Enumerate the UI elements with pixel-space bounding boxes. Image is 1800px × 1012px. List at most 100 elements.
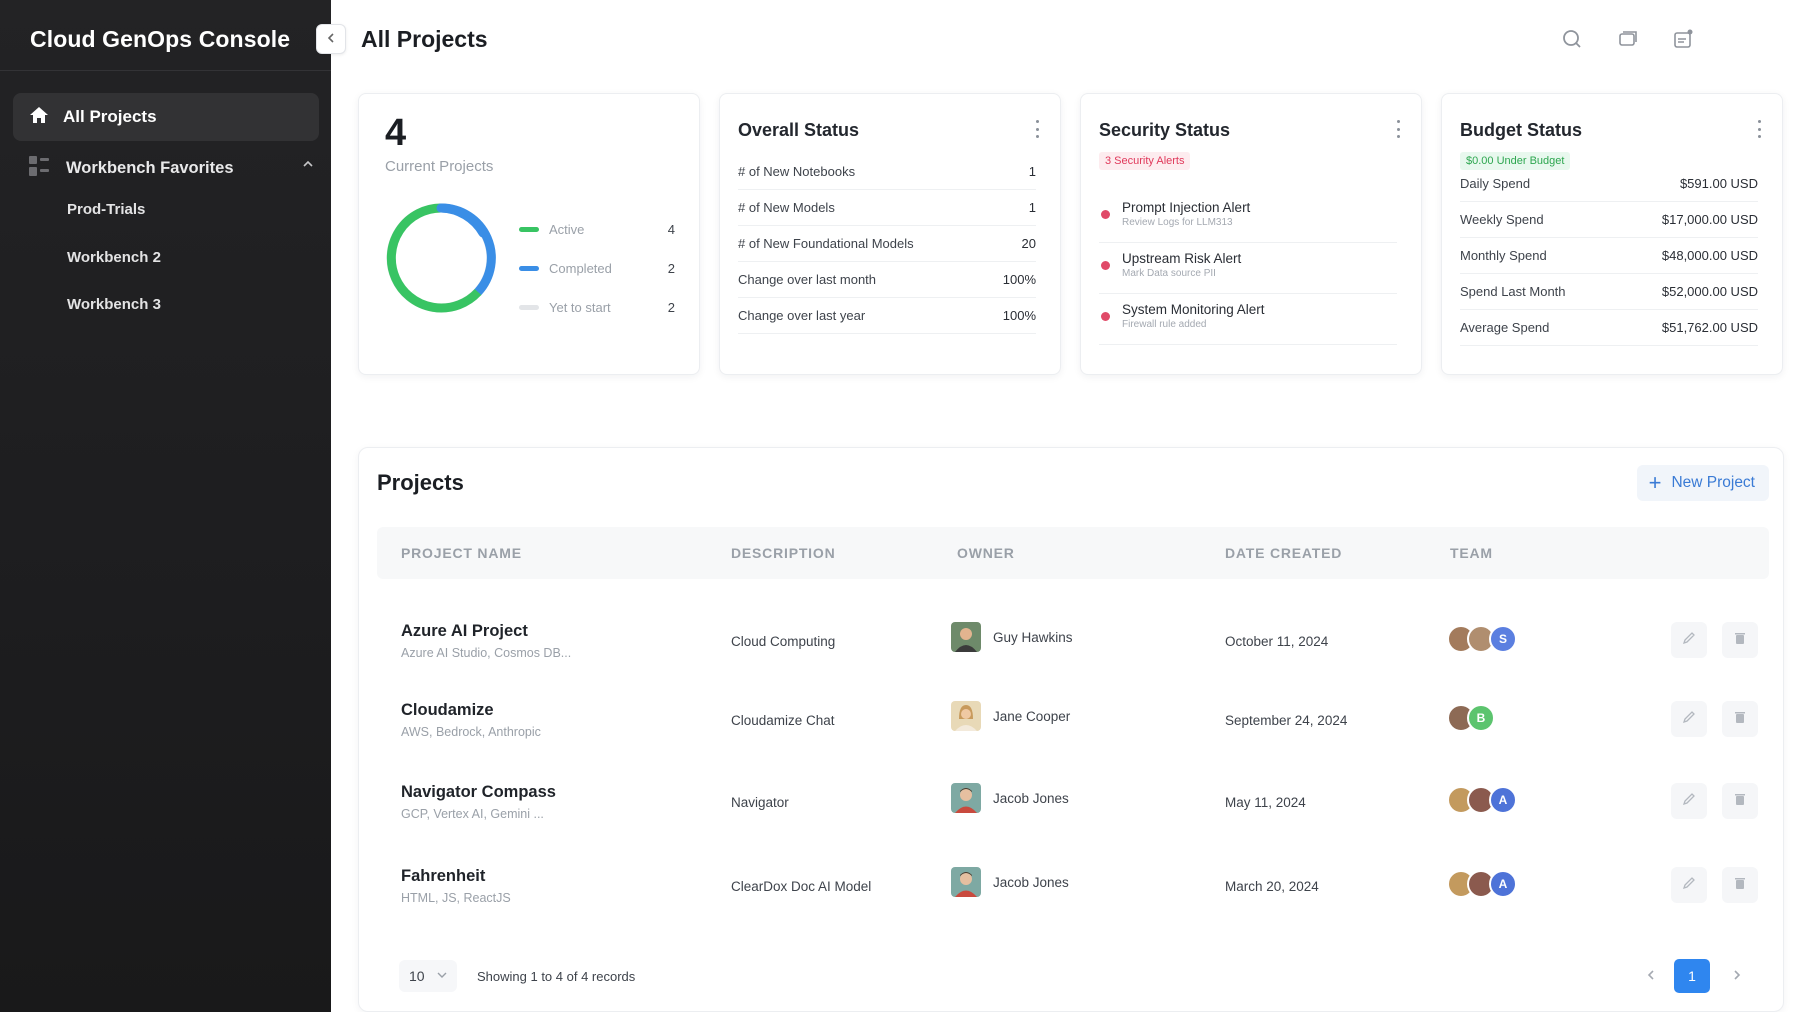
table-row[interactable]: Navigator Compass GCP, Vertex AI, Gemini… [377, 771, 1769, 851]
alert-item[interactable]: Prompt Injection Alert Review Logs for L… [1099, 192, 1397, 243]
project-name[interactable]: Cloudamize [401, 701, 494, 720]
edit-button[interactable] [1671, 701, 1707, 737]
sidebar-item-label: All Projects [63, 107, 157, 126]
project-owner: Guy Hawkins [951, 622, 1073, 652]
status-value: 20 [1021, 236, 1036, 251]
status-label: # of New Foundational Models [738, 236, 914, 251]
table-header: PROJECT NAME DESCRIPTION OWNER DATE CREA… [377, 527, 1769, 579]
projects-title: Projects [377, 470, 464, 495]
security-alerts-list: Prompt Injection Alert Review Logs for L… [1099, 192, 1397, 345]
project-count: 4 [385, 112, 407, 154]
more-options-icon[interactable] [1393, 120, 1403, 138]
column-header-description[interactable]: DESCRIPTION [731, 545, 835, 561]
delete-button[interactable] [1722, 867, 1758, 903]
project-stack: GCP, Vertex AI, Gemini ... [401, 807, 544, 821]
edit-icon [1682, 710, 1696, 729]
status-row: Change over last year 100% [738, 298, 1036, 334]
edit-button[interactable] [1671, 783, 1707, 819]
budget-label: Daily Spend [1460, 176, 1531, 191]
plus-icon: + [1648, 470, 1662, 495]
more-options-icon[interactable] [1754, 120, 1764, 138]
page-button-current[interactable]: 1 [1674, 959, 1710, 993]
edit-icon [1682, 792, 1696, 811]
project-name[interactable]: Navigator Compass [401, 783, 556, 802]
budget-row: Average Spend $51,762.00 USD [1460, 310, 1758, 346]
budget-label: Average Spend [1460, 320, 1550, 335]
budget-value: $48,000.00 USD [1661, 248, 1758, 263]
chevron-right-icon[interactable] [1732, 968, 1742, 984]
legend-count: 4 [667, 222, 675, 237]
sidebar-item-prod-trials[interactable]: Prod-Trials [67, 201, 145, 218]
sidebar-item-all-projects[interactable]: All Projects [13, 93, 319, 141]
alert-dot-icon [1101, 312, 1110, 321]
budget-label: Weekly Spend [1460, 212, 1544, 227]
legend-label: Yet to start [549, 300, 611, 315]
sidebar-item-workbench-2[interactable]: Workbench 2 [67, 249, 161, 266]
project-name[interactable]: Fahrenheit [401, 867, 485, 886]
budget-status-card: Budget Status $0.00 Under Budget Daily S… [1441, 93, 1783, 375]
alert-dot-icon [1101, 261, 1110, 270]
owner-name: Jacob Jones [993, 874, 1069, 890]
edit-button[interactable] [1671, 622, 1707, 658]
trash-icon [1733, 876, 1747, 895]
budget-row: Monthly Spend $48,000.00 USD [1460, 238, 1758, 274]
column-header-project-name[interactable]: PROJECT NAME [401, 545, 522, 561]
table-row[interactable]: Cloudamize AWS, Bedrock, Anthropic Cloud… [377, 689, 1769, 769]
page-title: All Projects [361, 26, 488, 52]
budget-value: $591.00 USD [1679, 176, 1758, 191]
table-row[interactable]: Azure AI Project Azure AI Studio, Cosmos… [377, 610, 1769, 690]
budget-value: $51,762.00 USD [1661, 320, 1758, 335]
budget-label: Spend Last Month [1460, 284, 1566, 299]
alert-item[interactable]: Upstream Risk Alert Mark Data source PII [1099, 243, 1397, 294]
project-name[interactable]: Azure AI Project [401, 622, 528, 641]
delete-button[interactable] [1722, 701, 1758, 737]
trash-icon [1733, 792, 1747, 811]
app-title: Cloud GenOps Console [30, 26, 291, 52]
search-icon[interactable] [1561, 28, 1583, 50]
sidebar-group-label: Workbench Favorites [66, 158, 234, 177]
edit-button[interactable] [1671, 867, 1707, 903]
status-label: Change over last year [738, 308, 866, 323]
alert-item[interactable]: System Monitoring Alert Firewall rule ad… [1099, 294, 1397, 345]
table-row[interactable]: Fahrenheit HTML, JS, ReactJS ClearDox Do… [377, 855, 1769, 935]
status-label: Change over last month [738, 272, 877, 287]
project-count-label: Current Projects [385, 158, 494, 175]
status-label: # of New Notebooks [738, 164, 856, 179]
new-project-button[interactable]: + New Project [1636, 465, 1769, 501]
column-header-owner[interactable]: OWNER [957, 545, 1015, 561]
avatar: S [1489, 625, 1517, 653]
column-header-date-created[interactable]: DATE CREATED [1225, 545, 1342, 561]
project-status-donut [383, 200, 499, 321]
page-size-select[interactable]: 10 [399, 960, 457, 992]
date-created: October 11, 2024 [1225, 634, 1329, 649]
avatar: A [1489, 870, 1517, 898]
status-label: # of New Models [738, 200, 835, 215]
security-status-card: Security Status 3 Security Alerts Prompt… [1080, 93, 1422, 375]
chat-icon[interactable] [1617, 28, 1639, 50]
security-alerts-badge: 3 Security Alerts [1099, 152, 1191, 170]
chevron-left-icon[interactable] [1646, 968, 1656, 984]
owner-name: Guy Hawkins [993, 629, 1073, 645]
avatar: A [1489, 786, 1517, 814]
notification-icon[interactable] [1672, 28, 1694, 50]
delete-button[interactable] [1722, 783, 1758, 819]
more-options-icon[interactable] [1032, 120, 1042, 138]
legend-label: Active [549, 222, 585, 237]
edit-icon [1682, 876, 1696, 895]
budget-row: Spend Last Month $52,000.00 USD [1460, 274, 1758, 310]
projects-panel: Projects + New Project PROJECT NAME DESC… [358, 447, 1784, 1012]
project-description: Navigator [731, 795, 789, 810]
legend-yet-to-start: Yet to start 2 [519, 288, 675, 327]
delete-button[interactable] [1722, 622, 1758, 658]
chevron-up-icon[interactable] [302, 158, 314, 173]
edit-icon [1682, 631, 1696, 650]
records-summary: Showing 1 to 4 of 4 records [477, 969, 636, 984]
sidebar-item-workbench-3[interactable]: Workbench 3 [67, 296, 161, 313]
owner-name: Jacob Jones [993, 790, 1069, 806]
trash-icon [1733, 631, 1747, 650]
collapse-sidebar-button[interactable] [316, 24, 346, 54]
column-header-team[interactable]: TEAM [1450, 545, 1493, 561]
date-created: May 11, 2024 [1225, 795, 1306, 810]
alert-title: System Monitoring Alert [1122, 302, 1265, 317]
sidebar-group-workbench-favorites[interactable]: Workbench Favorites [28, 155, 318, 180]
